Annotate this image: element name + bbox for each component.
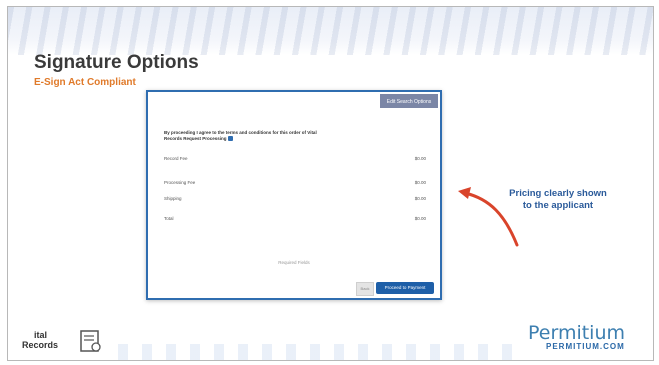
permitium-url: PERMITIUM.COM [546, 342, 625, 351]
back-button[interactable]: Back [356, 282, 374, 296]
total-label: Total [164, 216, 174, 221]
callout-line-1: Pricing clearly shown [509, 188, 607, 199]
fee-row: Record Fee $0.00 [164, 156, 426, 161]
signature-dialog: Edit Search Options By proceeding I agre… [146, 90, 442, 300]
logo-text-2: Records [22, 340, 59, 350]
logo-text-1: ital [34, 330, 48, 340]
total-row: Total $0.00 [164, 216, 426, 221]
terms-label: By proceeding I agree to the terms and c… [164, 130, 317, 141]
permitium-logo: Permitium [528, 322, 626, 344]
fee-label: Processing Fee [164, 180, 196, 185]
slide-subtitle: E-Sign Act Compliant [34, 77, 136, 88]
callout-line-2: to the applicant [522, 200, 594, 211]
fee-label: Shipping [164, 196, 182, 201]
footer-banner [118, 344, 518, 360]
total-price: $0.00 [414, 216, 426, 221]
fee-row: Shipping $0.00 [164, 196, 426, 201]
fee-price: $0.00 [414, 196, 426, 201]
certificate-icon [80, 330, 101, 352]
header-banner [8, 7, 653, 55]
fee-row: Processing Fee $0.00 [164, 180, 426, 185]
edit-search-options-button[interactable]: Edit Search Options [380, 94, 438, 108]
proceed-to-payment-button[interactable]: Proceed to Payment [376, 282, 434, 294]
required-fields-note: Required Fields [278, 260, 310, 265]
fee-price: $0.00 [414, 156, 426, 161]
terms-text: By proceeding I agree to the terms and c… [164, 130, 324, 142]
check-icon[interactable] [227, 136, 233, 142]
fee-price: $0.00 [414, 180, 426, 185]
vital-records-logo: ital Records [22, 330, 58, 350]
pricing-callout: Pricing clearly shown to the applicant [498, 188, 618, 212]
slide-title: Signature Options [34, 52, 199, 73]
fee-label: Record Fee [164, 156, 188, 161]
